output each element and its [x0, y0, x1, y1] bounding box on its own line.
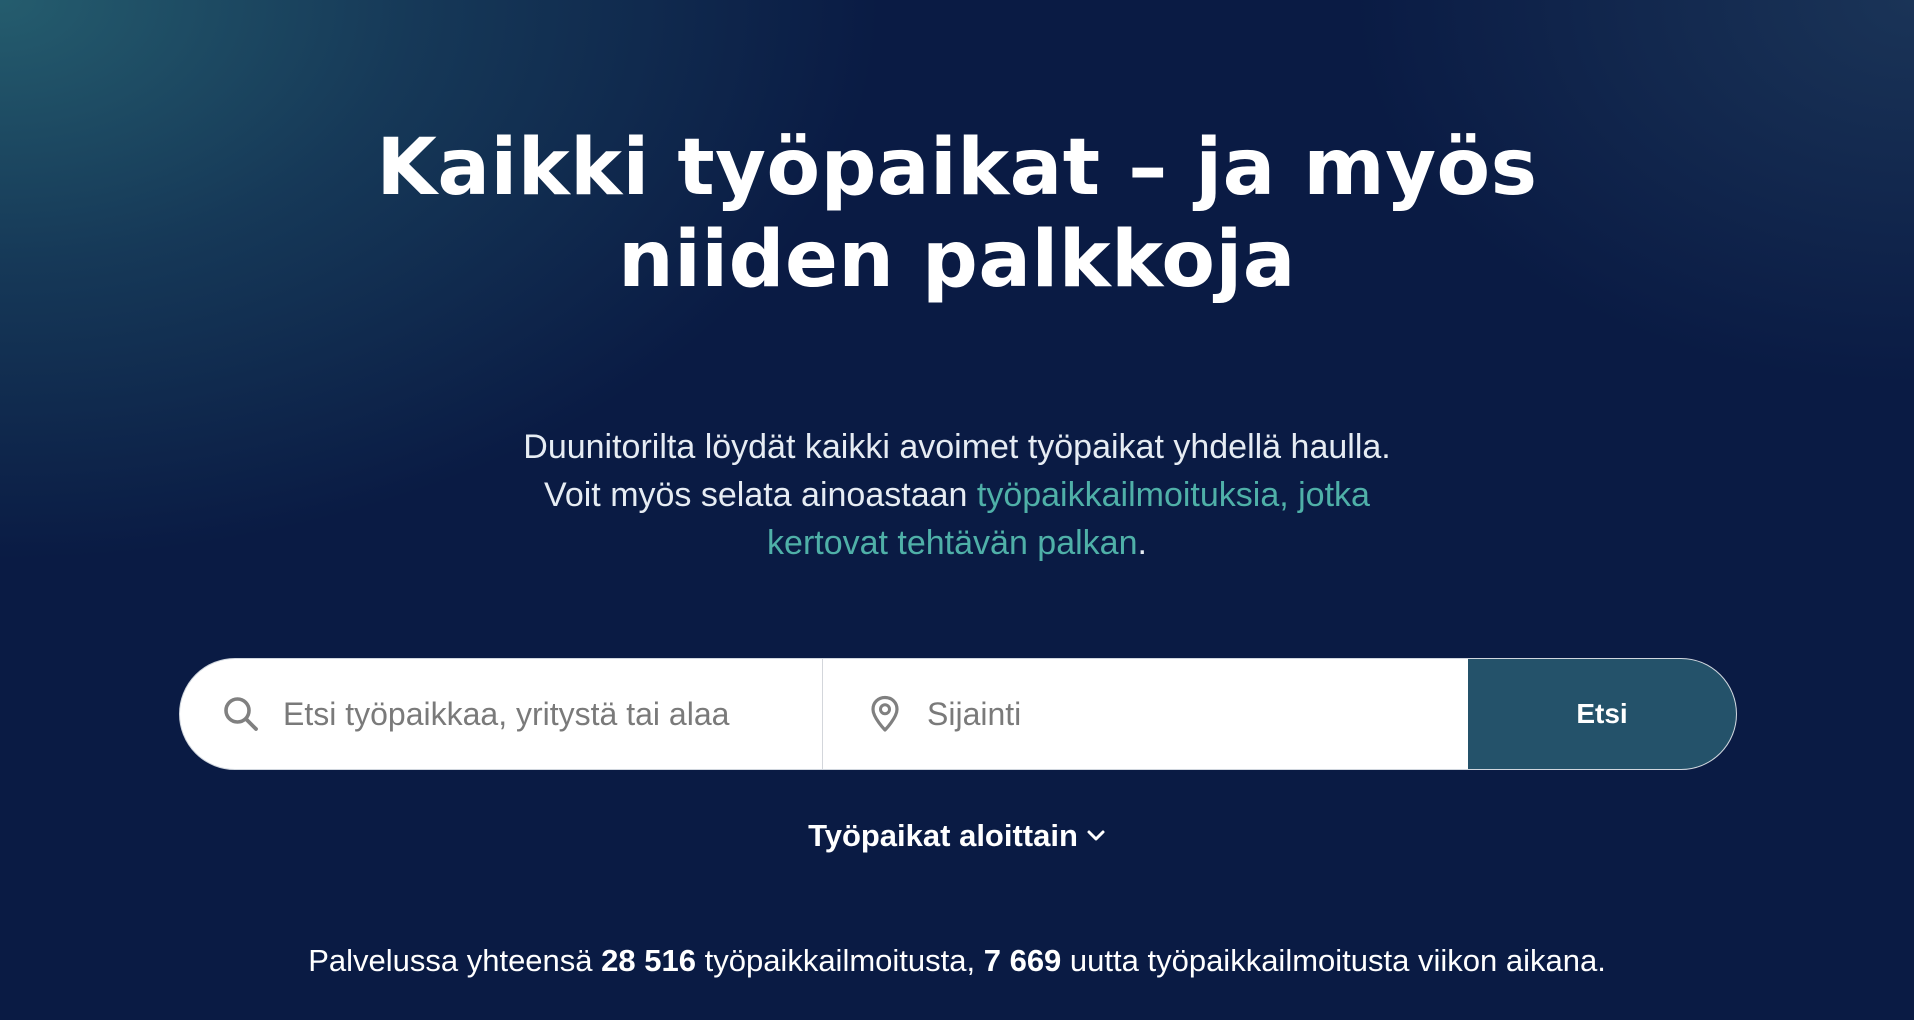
- map-pin-icon: [865, 694, 905, 734]
- intro-line-3: kertovat tehtävän palkan.: [407, 519, 1507, 567]
- stats-middle: työpaikkailmoitusta,: [695, 943, 984, 978]
- intro-text: Duunitorilta löydät kaikki avoimet työpa…: [407, 423, 1507, 567]
- stats-suffix: uutta työpaikkailmoitusta viikon aikana.: [1061, 943, 1606, 978]
- browse-by-letter-label: Työpaikat aloittain: [808, 818, 1078, 853]
- intro-period: .: [1137, 524, 1147, 562]
- salary-jobs-link[interactable]: työpaikkailmoituksia, jotka: [977, 476, 1370, 514]
- page-title: Kaikki työpaikat – ja myös niiden palkko…: [257, 122, 1657, 306]
- intro-line-2: Voit myös selata ainoastaan työpaikkailm…: [407, 471, 1507, 519]
- search-button[interactable]: Etsi: [1468, 659, 1736, 769]
- total-job-count: 28 516: [601, 943, 696, 978]
- new-job-count: 7 669: [983, 943, 1062, 978]
- keyword-field[interactable]: [180, 659, 823, 769]
- hero-section: Kaikki työpaikat – ja myös niiden palkko…: [0, 0, 1914, 1020]
- intro-line-2-text: Voit myös selata ainoastaan: [544, 476, 977, 514]
- salary-jobs-link-continued[interactable]: kertovat tehtävän palkan: [767, 524, 1137, 562]
- browse-by-letter-toggle[interactable]: Työpaikat aloittain: [757, 816, 1157, 856]
- job-search-form: Etsi: [179, 658, 1737, 770]
- chevron-down-icon: [1086, 829, 1106, 843]
- keyword-search-input[interactable]: [283, 695, 783, 733]
- location-input[interactable]: [927, 695, 1427, 733]
- search-icon: [221, 694, 261, 734]
- stats-prefix: Palvelussa yhteensä: [308, 943, 602, 978]
- intro-line-1: Duunitorilta löydät kaikki avoimet työpa…: [523, 428, 1391, 466]
- location-field[interactable]: [823, 659, 1468, 769]
- page-title-line-1: Kaikki työpaikat – ja myös: [376, 123, 1538, 213]
- page-title-line-2: niiden palkkoja: [618, 215, 1296, 305]
- job-stats-text: Palvelussa yhteensä 28 516 työpaikkailmo…: [107, 939, 1807, 983]
